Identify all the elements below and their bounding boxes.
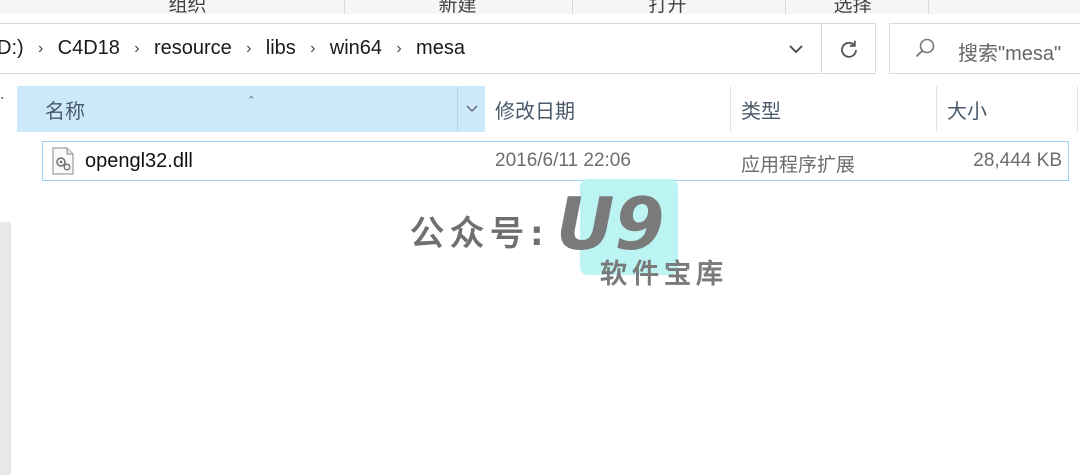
column-filter-button[interactable] bbox=[457, 86, 485, 132]
refresh-icon bbox=[840, 40, 857, 58]
breadcrumb-c4d18[interactable]: C4D18 bbox=[54, 37, 124, 60]
file-size: 28,444 KB bbox=[973, 150, 1062, 171]
file-row[interactable]: opengl32.dll 2016/6/11 22:06 应用程序扩展 28,4… bbox=[42, 141, 1069, 181]
column-header-date[interactable]: 修改日期 bbox=[486, 86, 731, 132]
column-header-name-label: 名称 bbox=[45, 100, 85, 123]
file-name[interactable]: opengl32.dll bbox=[85, 150, 193, 173]
search-icon bbox=[915, 38, 935, 58]
ribbon-group-new: 新建 bbox=[438, 0, 477, 15]
ribbon-group-open: 打开 bbox=[648, 0, 687, 15]
chevron-right-icon[interactable]: › bbox=[28, 40, 54, 58]
search-input[interactable]: 搜索"mesa" bbox=[889, 23, 1080, 74]
column-headers: ‸ 名称 修改日期 类型 大小 bbox=[17, 82, 1080, 132]
watermark-prefix: 公众号: bbox=[410, 214, 550, 254]
ribbon-separator bbox=[928, 0, 929, 14]
breadcrumb-mesa[interactable]: mesa bbox=[412, 37, 469, 60]
breadcrumb: D:) › C4D18 › resource › libs › win64 › … bbox=[0, 24, 469, 73]
file-modified-date: 2016/6/11 22:06 bbox=[495, 150, 631, 171]
ribbon-group-select: 选择 bbox=[833, 0, 872, 15]
watermark-subtitle: 软件宝库 bbox=[600, 259, 728, 290]
ribbon-separator bbox=[785, 0, 786, 14]
chevron-right-icon[interactable]: › bbox=[236, 40, 262, 58]
column-header-type[interactable]: 类型 bbox=[732, 86, 937, 132]
column-header-name[interactable]: ‸ 名称 bbox=[17, 82, 485, 132]
ribbon-group-labels: 组织 新建 打开 选择 bbox=[0, 0, 1080, 15]
navigation-scrollbar[interactable] bbox=[0, 222, 11, 475]
chevron-right-icon[interactable]: › bbox=[300, 40, 326, 58]
ribbon-separator bbox=[572, 0, 573, 14]
column-header-size[interactable]: 大小 bbox=[938, 86, 1078, 132]
search-placeholder: 搜索"mesa" bbox=[958, 43, 1062, 65]
address-bar[interactable]: D:) › C4D18 › resource › libs › win64 › … bbox=[0, 23, 876, 74]
column-header-date-label: 修改日期 bbox=[495, 100, 575, 123]
breadcrumb-drive[interactable]: D:) bbox=[0, 37, 28, 60]
ribbon-group-organize: 组织 bbox=[168, 0, 207, 15]
chevron-down-icon bbox=[789, 44, 803, 53]
address-history-button[interactable] bbox=[773, 24, 819, 73]
ribbon-separator bbox=[344, 0, 345, 14]
navigation-pane: ˋ bbox=[0, 86, 13, 475]
file-type: 应用程序扩展 bbox=[741, 155, 856, 176]
file-explorer-window: 组织 新建 打开 选择 D:) › C4D18 › resource › lib… bbox=[0, 0, 1080, 475]
dll-file-icon bbox=[52, 147, 74, 175]
chevron-right-icon[interactable]: › bbox=[124, 40, 150, 58]
breadcrumb-resource[interactable]: resource bbox=[150, 37, 236, 60]
address-toolbar: D:) › C4D18 › resource › libs › win64 › … bbox=[0, 14, 1080, 86]
column-header-type-label: 类型 bbox=[741, 100, 781, 123]
column-header-size-label: 大小 bbox=[947, 100, 987, 123]
refresh-button[interactable] bbox=[821, 24, 875, 73]
breadcrumb-libs[interactable]: libs bbox=[262, 37, 300, 60]
chevron-right-icon[interactable]: › bbox=[386, 40, 412, 58]
nav-collapse-icon[interactable]: ˋ bbox=[0, 94, 5, 110]
sort-ascending-icon: ‸ bbox=[249, 82, 254, 98]
chevron-down-icon bbox=[466, 105, 477, 112]
breadcrumb-win64[interactable]: win64 bbox=[326, 37, 386, 60]
